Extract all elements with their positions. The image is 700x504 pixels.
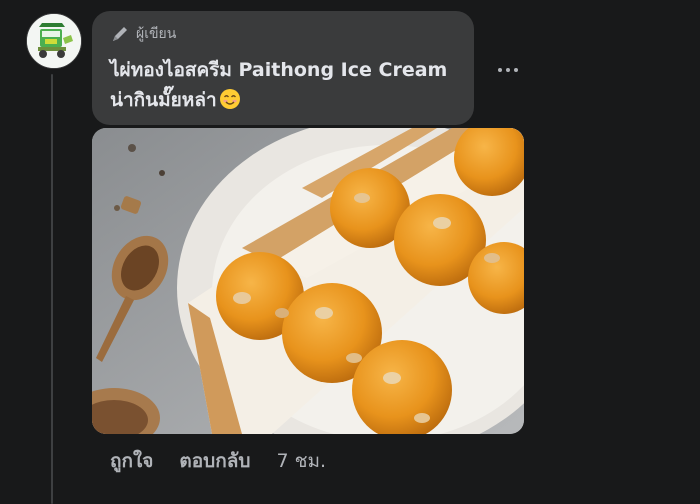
comment-text: ไผ่ทองไอสครีม Paithong Ice Cream น่ากินม… bbox=[110, 55, 470, 115]
avatar[interactable] bbox=[26, 13, 82, 69]
comment-text-line-1: ไผ่ทองไอสครีม Paithong Ice Cream bbox=[110, 59, 448, 81]
comment-text-line-2: น่ากินมั๊ยหล่า bbox=[110, 89, 217, 111]
attached-photo[interactable] bbox=[92, 128, 524, 434]
more-horizontal-icon bbox=[498, 68, 518, 72]
ice-cream-sandwich-photo bbox=[92, 128, 524, 434]
comment-timestamp[interactable]: 7 ชม. bbox=[276, 446, 326, 476]
smiling-face-icon bbox=[219, 89, 240, 109]
more-options-button[interactable] bbox=[488, 55, 528, 85]
reply-thread-line bbox=[51, 74, 53, 504]
like-button[interactable]: ถูกใจ bbox=[110, 446, 153, 476]
author-badge: ผู้เขียน bbox=[110, 23, 176, 45]
author-badge-label: ผู้เขียน bbox=[136, 26, 177, 42]
reply-button[interactable]: ตอบกลับ bbox=[179, 446, 250, 476]
pen-icon bbox=[113, 27, 127, 41]
ice-cream-cart-logo bbox=[27, 14, 81, 68]
comment-bubble: ผู้เขียน ไผ่ทองไอสครีม Paithong Ice Crea… bbox=[92, 11, 474, 125]
comment-actions: ถูกใจ ตอบกลับ 7 ชม. bbox=[110, 449, 326, 473]
